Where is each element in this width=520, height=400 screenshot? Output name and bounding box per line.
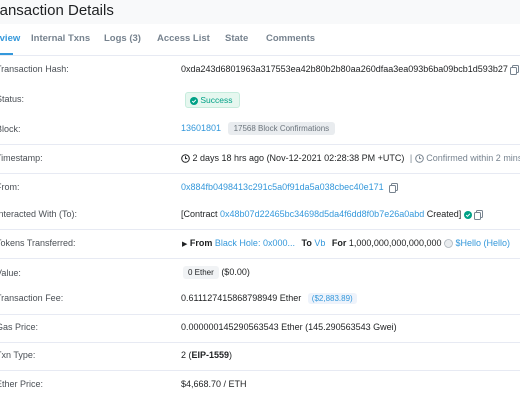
contract-prefix: [Contract <box>181 209 218 219</box>
tokens-transferred-value: ▶ From Black Hole: 0x000... To Vb For 1,… <box>182 238 511 249</box>
coin-icon <box>444 238 453 249</box>
transaction-fee-label: Transaction Fee: <box>0 293 64 303</box>
copy-icon[interactable] <box>510 64 520 75</box>
transaction-hash-label: Transaction Hash: <box>0 64 69 74</box>
token-to-label: To <box>301 238 312 248</box>
section-divider <box>0 144 520 145</box>
txn-type-value: 2 (EIP-1559) <box>181 350 232 360</box>
clock-icon <box>181 153 190 163</box>
tab-access-list[interactable]: Access List <box>157 33 210 44</box>
timestamp-text: 2 days 18 hrs ago (Nov-12-2021 02:28:38 … <box>192 153 405 163</box>
tokens-transferred-label: Tokens Transferred: <box>0 238 76 248</box>
section-divider <box>0 173 520 174</box>
status-label: Status: <box>0 94 25 104</box>
section-divider <box>0 370 520 371</box>
tab-logs[interactable]: Logs (3) <box>104 33 141 44</box>
token-from-link[interactable]: Black Hole: 0x000... <box>215 238 295 248</box>
ether-price-value: $4,668.70 / ETH <box>181 379 247 389</box>
page-header: Transaction Details <box>0 0 520 25</box>
ether-price-label: Ether Price: <box>0 379 44 389</box>
tab-comments[interactable]: Comments <box>266 33 315 44</box>
copy-icon[interactable] <box>389 182 399 193</box>
contract-address-link[interactable]: 0x48b07d22465bc34698d5da4f6dd8f0b7e26a0a… <box>220 209 424 219</box>
transaction-fee-value: 0.611127415868798949 Ether ($2,883.89) <box>181 293 357 305</box>
transaction-hash-value: 0xda243d6801963a317553ea42b80b2b80aa260d… <box>181 64 520 75</box>
block-number-link[interactable]: 13601801 <box>181 123 221 133</box>
active-tab-indicator <box>0 53 13 55</box>
tab-overview[interactable]: Overview <box>0 33 20 44</box>
transaction-details-page: Transaction Details Overview Internal Tx… <box>0 0 520 400</box>
interacted-with-value: [Contract 0x48b07d22465bc34698d5da4f6dd8… <box>181 209 484 220</box>
txn-type-label: Txn Type: <box>0 350 36 360</box>
status-badge: Success <box>185 92 240 108</box>
txn-type-eip: EIP-1559 <box>191 350 230 360</box>
ether-value-badge: 0 Ether <box>183 266 219 279</box>
block-value: 13601801 17568 Block Confirmations <box>181 122 336 135</box>
page-title: Transaction Details <box>0 2 114 19</box>
timestamp-value: 2 days 18 hrs ago (Nov-12-2021 02:28:38 … <box>181 153 520 163</box>
caret-right-icon: ▶ <box>182 241 188 248</box>
interacted-with-label: Interacted With (To): <box>0 209 78 219</box>
section-divider <box>0 314 520 315</box>
block-label: Block: <box>0 124 21 134</box>
from-value: 0x884fb0498413c291c5a0f91da5a038cbec40e1… <box>181 182 399 193</box>
txn-type-suffix: ) <box>229 350 233 360</box>
tab-state[interactable]: State <box>225 33 248 44</box>
section-divider <box>0 229 520 230</box>
tab-internal-txns[interactable]: Internal Txns <box>31 33 90 44</box>
value-value: 0 Ether ($0.00) <box>183 266 250 279</box>
gas-price-value: 0.000000145290563543 Ether (145.29056354… <box>181 322 397 332</box>
value-usd: ($0.00) <box>221 266 250 277</box>
status-value: Success <box>185 92 240 108</box>
copy-icon[interactable] <box>474 209 484 220</box>
txn-type-prefix: 2 ( <box>181 350 192 360</box>
contract-suffix: Created] <box>426 209 462 219</box>
transaction-fee-usd-badge: ($2,883.89) <box>307 293 357 305</box>
transaction-hash-text: 0xda243d6801963a317553ea42b80b2b80aa260d… <box>181 64 508 74</box>
section-divider <box>0 342 520 343</box>
tab-bar: Overview Internal Txns Logs (3) Access L… <box>0 24 520 56</box>
check-circle-icon <box>463 209 472 219</box>
block-confirmations-badge: 17568 Block Confirmations <box>227 122 336 135</box>
confirmed-within-text: Confirmed within 2 mins:44 <box>426 153 520 163</box>
section-divider <box>0 258 520 259</box>
transaction-fee-text: 0.611127415868798949 Ether <box>181 293 302 303</box>
confirmed-clock-icon <box>414 153 424 163</box>
token-name-link[interactable]: $Hello (Hello) <box>456 238 511 248</box>
from-address-link[interactable]: 0x884fb0498413c291c5a0f91da5a038cbec40e1… <box>181 182 384 192</box>
token-from-label: From <box>189 238 213 248</box>
token-to-link[interactable]: Vb <box>314 238 325 248</box>
gas-price-label: Gas Price: <box>0 322 39 332</box>
token-amount: 1,000,000,000,000,000 <box>348 238 442 248</box>
token-for-label: For <box>331 238 347 248</box>
check-circle-icon <box>190 95 198 105</box>
value-label: Value: <box>0 268 21 278</box>
status-text: Success <box>200 95 233 105</box>
from-label: From: <box>0 182 20 192</box>
timestamp-label: Timestamp: <box>0 153 43 163</box>
